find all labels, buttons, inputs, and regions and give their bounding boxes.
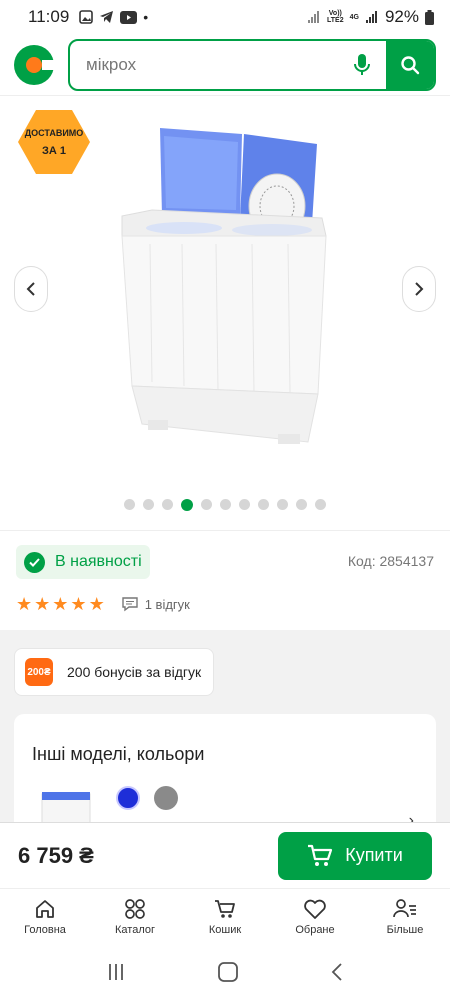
availability-badge: В наявності [16, 545, 150, 579]
app-header [0, 34, 450, 96]
gallery-dot[interactable] [239, 499, 250, 510]
search-input[interactable] [70, 54, 338, 75]
gallery-prev-button[interactable] [14, 266, 48, 312]
gallery-dot[interactable] [277, 499, 288, 510]
check-icon [24, 551, 45, 573]
gallery-dot[interactable] [162, 499, 173, 510]
model-thumbnail[interactable] [36, 786, 96, 826]
bonus-text: 200 бонусів за відгук [67, 664, 202, 680]
search-button[interactable] [386, 40, 434, 89]
availability-text: В наявності [55, 553, 142, 570]
search-bar [68, 38, 436, 91]
back-icon[interactable] [330, 962, 344, 982]
nav-catalog-label: Каталог [115, 923, 155, 936]
comment-icon [122, 597, 138, 612]
catalog-icon [125, 898, 145, 919]
star-icon: ★ [52, 594, 69, 614]
nav-favorites[interactable]: Обране [270, 889, 360, 944]
nav-cart-label: Кошик [208, 923, 242, 936]
reviews-count: 1 відгук [144, 596, 190, 612]
microphone-icon [354, 53, 370, 75]
status-bar: 11:09 • Vo)) LTE2 4G 92% [0, 0, 450, 34]
status-time: 11:09 [28, 7, 70, 26]
logo[interactable] [14, 44, 56, 85]
bottom-nav: Головна Каталог Кошик Обране Більше [0, 888, 450, 944]
star-icon: ★ [70, 594, 87, 614]
notification-icons: • [79, 9, 148, 25]
buy-button[interactable]: Купити [278, 831, 432, 880]
bonus-chip: 200₴ [25, 658, 53, 686]
buy-bar: 6 759 ₴ Купити [0, 822, 450, 888]
nav-more[interactable]: Більше [360, 889, 450, 944]
status-right: Vo)) LTE2 4G 92% [307, 7, 434, 27]
nav-cart[interactable]: Кошик [180, 889, 270, 944]
color-swatch-blue[interactable] [116, 786, 140, 810]
search-icon [401, 55, 420, 74]
signal-icon-2 [365, 11, 377, 23]
reviews-link[interactable]: 1 відгук [121, 596, 190, 612]
cart-icon [308, 844, 333, 866]
other-models-title: Інші моделі, кольори [32, 744, 205, 764]
volte-label: Vo)) LTE2 [327, 10, 344, 24]
cart-icon [215, 899, 235, 918]
gallery-dot[interactable] [296, 499, 307, 510]
voice-search-button[interactable] [338, 41, 386, 89]
delivery-badge: ДОСТАВИМО ЗА 1 [18, 110, 90, 174]
home-icon [36, 899, 54, 918]
youtube-icon [120, 10, 138, 24]
star-icon: ★ [88, 594, 105, 614]
more-notifications-icon: • [143, 9, 149, 25]
color-swatch-grey[interactable] [154, 786, 178, 810]
gallery-dot-active[interactable] [181, 499, 193, 511]
system-nav [0, 944, 450, 1000]
product-gallery[interactable]: ДОСТАВИМО ЗА 1 [0, 96, 450, 530]
product-info: В наявності Код: 2854137 ★ ★ ★ ★ ★ 1 від… [0, 530, 450, 630]
other-models-card: Інші моделі, кольори › [14, 714, 436, 834]
battery-percent: 92% [384, 7, 419, 26]
gallery-dot[interactable] [124, 499, 135, 510]
telegram-icon [100, 11, 114, 23]
badge-text-2: ЗА 1 [42, 145, 66, 157]
nav-home[interactable]: Головна [0, 889, 90, 944]
bonus-banner[interactable]: 200₴ 200 бонусів за відгук [14, 648, 214, 696]
nav-catalog[interactable]: Каталог [90, 889, 180, 944]
nav-home-label: Головна [24, 923, 66, 936]
product-image [121, 128, 327, 444]
home-button-icon[interactable] [217, 961, 239, 983]
gallery-next-button[interactable] [402, 266, 436, 312]
heart-icon [304, 899, 326, 919]
nav-more-label: Більше [386, 923, 424, 936]
nav-favorites-label: Обране [295, 923, 335, 936]
product-code: Код: 2854137 [347, 553, 434, 569]
signal-icon [308, 11, 320, 23]
gallery-icon [79, 10, 94, 24]
more-icon [393, 898, 416, 917]
gallery-dots [0, 499, 450, 511]
extras-section: 200₴ 200 бонусів за відгук Інші моделі, … [0, 630, 450, 834]
buy-button-label: Купити [345, 845, 403, 865]
product-price: 6 759 ₴ [18, 842, 94, 868]
star-icon: ★ [34, 594, 51, 614]
battery-icon [425, 9, 434, 25]
chevron-left-icon [26, 282, 35, 296]
recent-apps-icon[interactable] [106, 962, 126, 982]
network-4g-label: 4G [349, 13, 359, 21]
chevron-right-icon [415, 282, 424, 296]
rating[interactable]: ★ ★ ★ ★ ★ 1 відгук [16, 595, 190, 613]
gallery-dot[interactable] [143, 499, 154, 510]
star-icon: ★ [16, 594, 33, 614]
gallery-dot[interactable] [258, 499, 269, 510]
gallery-dot[interactable] [220, 499, 231, 510]
gallery-dot[interactable] [315, 499, 326, 510]
badge-text-1: ДОСТАВИМО [25, 128, 84, 138]
gallery-dot[interactable] [201, 499, 212, 510]
